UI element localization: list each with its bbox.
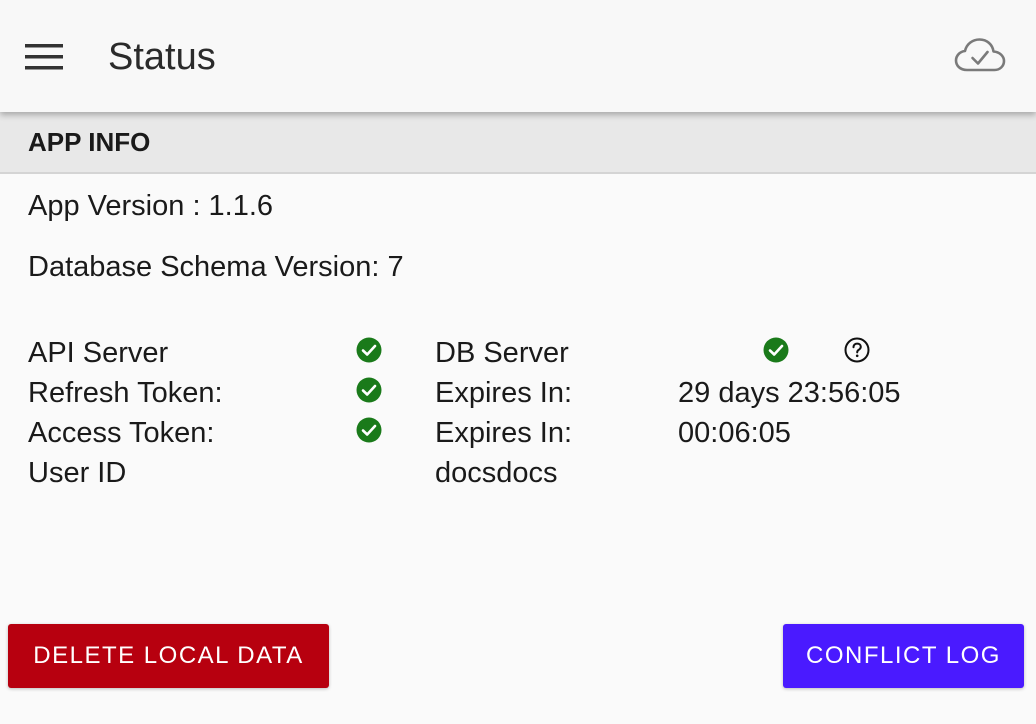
check-circle-icon	[356, 337, 382, 363]
access-expires-label: Expires In:	[435, 417, 572, 449]
refresh-expires-label: Expires In:	[435, 377, 572, 409]
conflict-log-button[interactable]: CONFLICT LOG	[783, 624, 1024, 688]
page-title: Status	[108, 36, 216, 78]
check-circle-icon	[763, 337, 789, 363]
cloud-check-icon	[954, 37, 1006, 78]
hamburger-menu-icon	[25, 44, 63, 70]
delete-local-data-button[interactable]: DELETE LOCAL DATA	[8, 624, 329, 688]
api-server-label: API Server	[28, 337, 169, 369]
user-id-value: docsdocs	[435, 457, 558, 489]
menu-button[interactable]	[18, 34, 70, 80]
refresh-expires-value: 29 days 23:56:05	[678, 377, 901, 409]
help-circle-icon[interactable]	[844, 337, 870, 363]
db-server-label: DB Server	[435, 337, 569, 369]
user-id-label: User ID	[28, 457, 127, 489]
sync-status-button[interactable]	[948, 32, 1012, 82]
app-bar: Status	[0, 0, 1036, 112]
app-info-section-header: APP INFO	[0, 112, 1036, 174]
refresh-token-label: Refresh Token:	[28, 377, 223, 409]
check-circle-icon	[356, 377, 382, 403]
access-token-label: Access Token:	[28, 417, 215, 449]
section-title: APP INFO	[28, 127, 151, 157]
app-version: App Version : 1.1.6	[28, 190, 274, 222]
database-schema-version: Database Schema Version: 7	[28, 251, 404, 283]
access-expires-value: 00:06:05	[678, 417, 791, 449]
check-circle-icon	[356, 417, 382, 443]
